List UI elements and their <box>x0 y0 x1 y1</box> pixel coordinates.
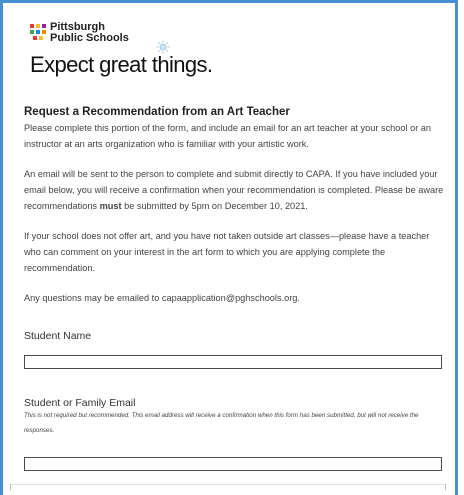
tagline: Expect great things. <box>30 52 213 77</box>
form-content: Request a Recommendation from an Art Tea… <box>24 106 444 320</box>
no-art-note-text: If your school does not offer art, and y… <box>24 231 430 273</box>
family-email-help: This is not required but recommended. Th… <box>24 412 419 434</box>
email-note-text: An email will be sent to the person to c… <box>24 166 444 214</box>
email-note-after: be submitted by 5pm on December 10, 2021… <box>121 201 308 211</box>
pps-logo-icon <box>30 24 46 40</box>
email-note-bold: must <box>99 201 122 211</box>
student-name-label: Student Name <box>24 330 92 342</box>
family-email-input[interactable] <box>24 457 442 471</box>
student-name-input[interactable] <box>24 355 442 369</box>
section-bottom-divider <box>10 484 446 490</box>
logo-text-line2: Public Schools <box>50 32 129 44</box>
intro-text: Please complete this portion of the form… <box>24 123 432 149</box>
questions-note-text: Any questions may be emailed to capaappl… <box>24 293 300 303</box>
form-title: Request a Recommendation from an Art Tea… <box>24 106 290 118</box>
